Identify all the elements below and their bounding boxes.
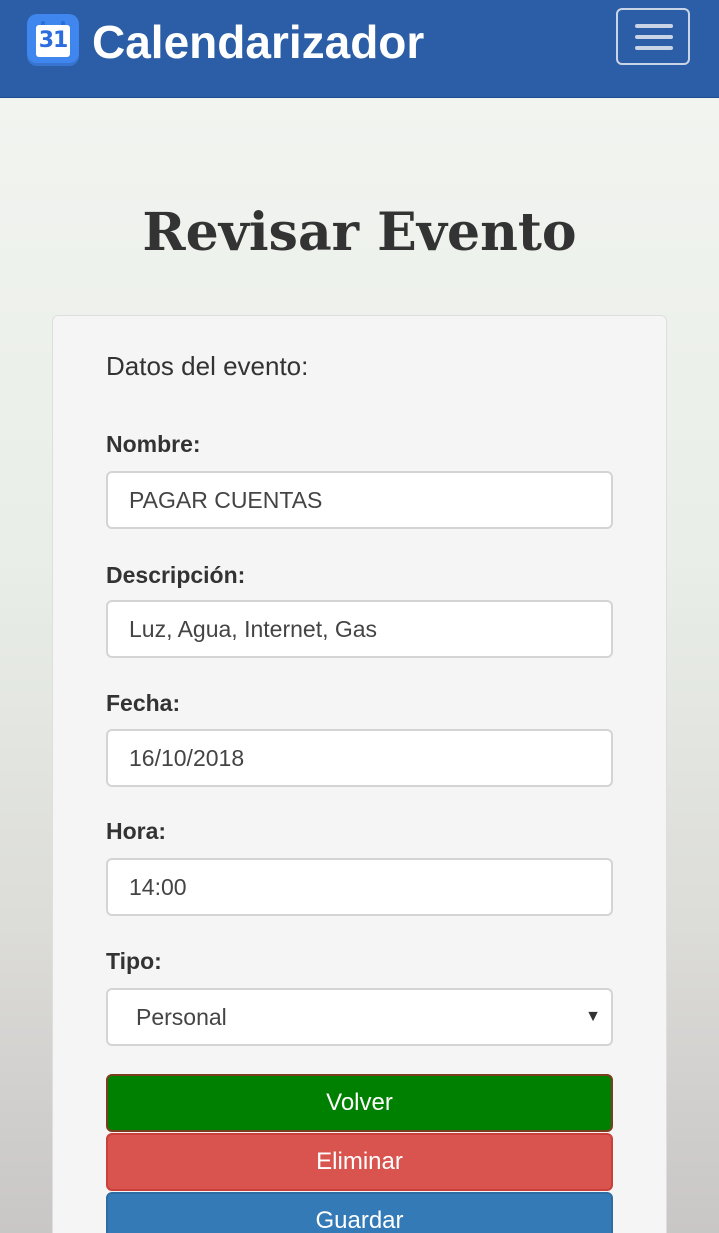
- tipo-label: Tipo:: [106, 948, 162, 974]
- fecha-input[interactable]: [106, 729, 613, 787]
- hamburger-menu-button[interactable]: [616, 8, 690, 65]
- tipo-select[interactable]: Personal ▼: [106, 988, 613, 1046]
- form-section-title: Datos del evento:: [106, 351, 309, 381]
- guardar-button[interactable]: Guardar: [106, 1192, 613, 1233]
- hamburger-menu-icon-bar: [635, 46, 673, 50]
- descripcion-label: Descripción:: [106, 562, 246, 588]
- eliminar-button[interactable]: Eliminar: [106, 1133, 613, 1191]
- hora-input[interactable]: [106, 858, 613, 916]
- top-navbar: 31 Calendarizador: [0, 0, 719, 98]
- calendar-icon-number: 31: [36, 25, 70, 57]
- hamburger-menu-icon: [635, 24, 673, 28]
- tipo-selected-value: Personal: [136, 1004, 227, 1030]
- brand-title[interactable]: Calendarizador: [92, 14, 424, 70]
- calendar-icon[interactable]: 31: [27, 14, 79, 66]
- hora-label: Hora:: [106, 818, 167, 844]
- fecha-label: Fecha:: [106, 690, 181, 716]
- nombre-label: Nombre:: [106, 431, 201, 457]
- hamburger-menu-icon-bar: [635, 35, 673, 39]
- nombre-input[interactable]: [106, 471, 613, 529]
- descripcion-input[interactable]: [106, 600, 613, 658]
- volver-button[interactable]: Volver: [106, 1074, 613, 1132]
- page-title: Revisar Evento: [142, 202, 577, 263]
- caret-down-icon: ▼: [585, 1008, 601, 1025]
